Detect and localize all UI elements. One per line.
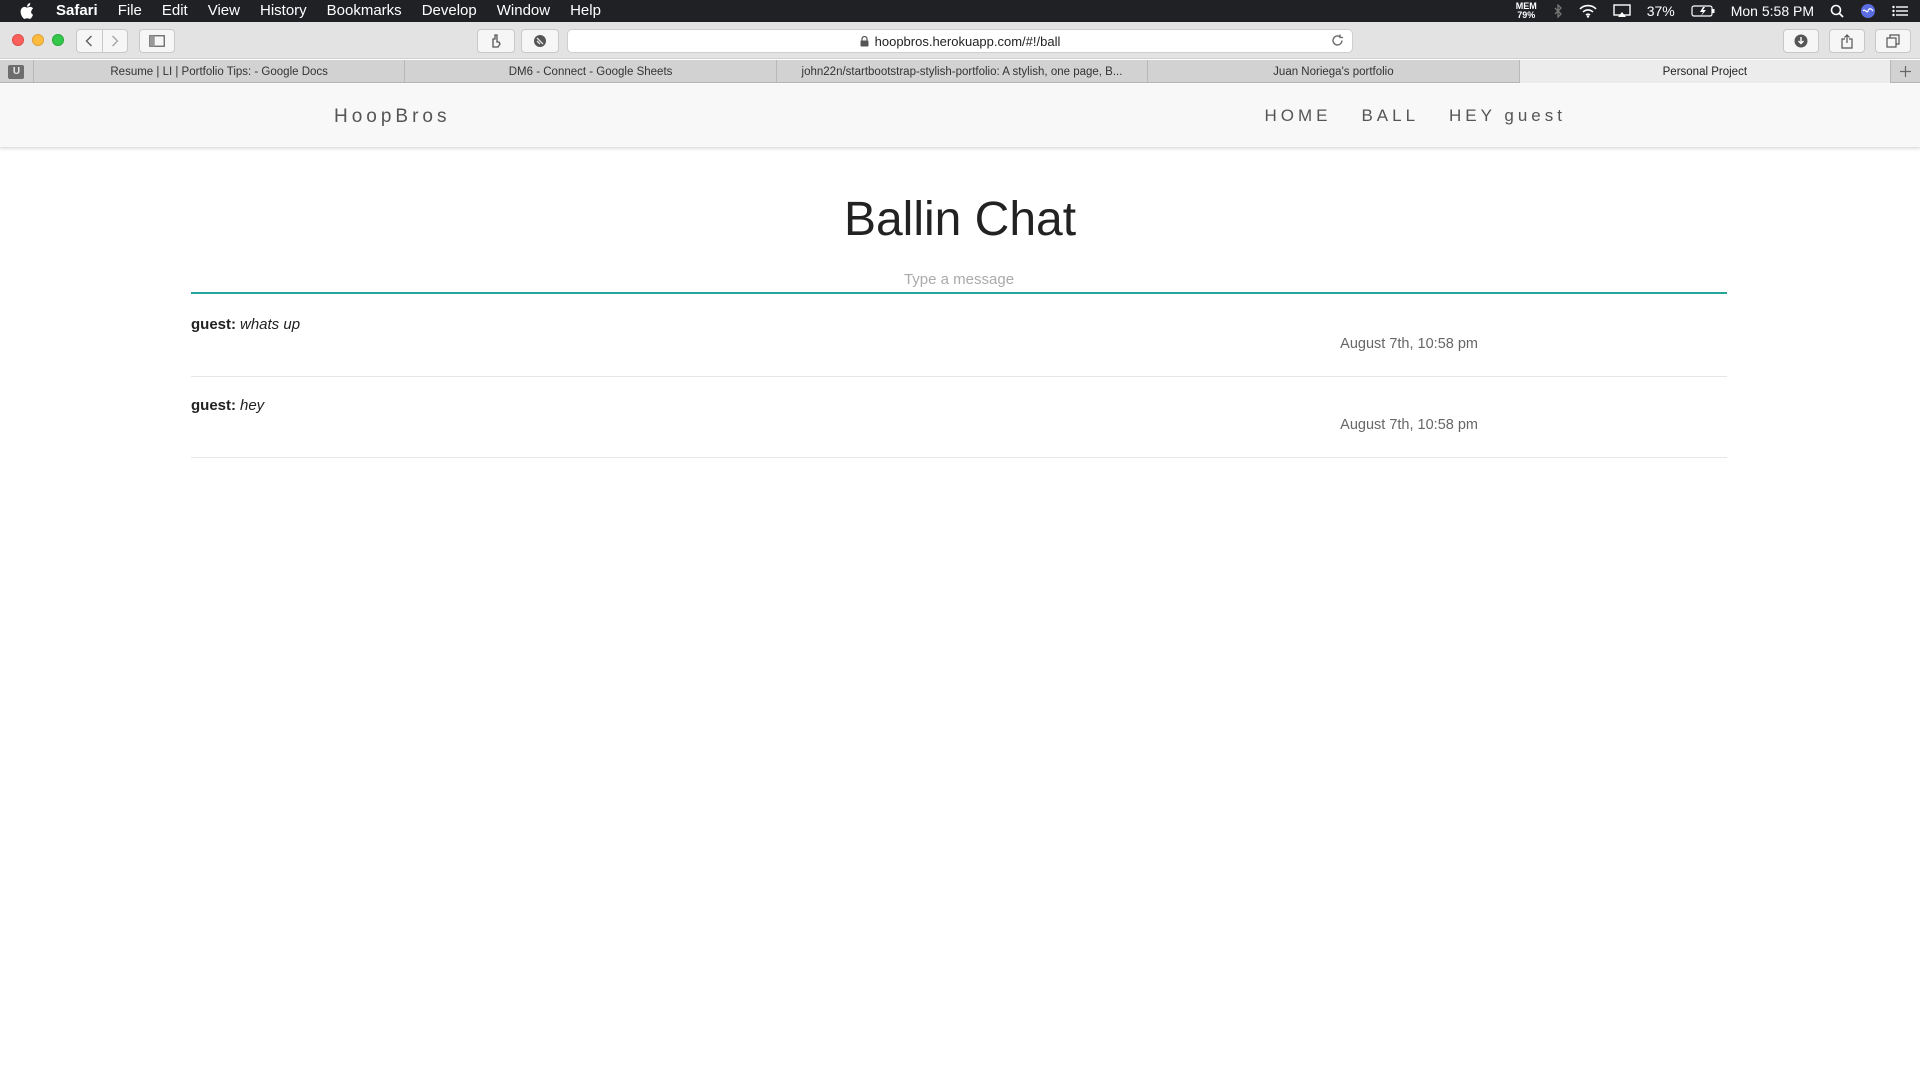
message-list: guest: whats up August 7th, 10:58 pm gue…: [191, 296, 1727, 458]
url-text: hoopbros.herokuapp.com/#!/ball: [874, 33, 1061, 49]
history-navigation: [76, 29, 128, 53]
reload-icon[interactable]: [1331, 34, 1344, 47]
bluetooth-icon[interactable]: [1553, 4, 1563, 18]
message-author: guest:: [191, 397, 236, 414]
siri-icon[interactable]: [1860, 3, 1876, 19]
menu-help[interactable]: Help: [570, 0, 601, 22]
new-tab-button[interactable]: [1891, 60, 1920, 83]
extension-badge-icon: U: [8, 64, 25, 79]
list-item: guest: whats up August 7th, 10:58 pm: [191, 296, 1727, 377]
notification-center-icon[interactable]: [1892, 5, 1908, 17]
message-timestamp: August 7th, 10:58 pm: [1340, 417, 1478, 433]
lock-icon: [860, 35, 869, 47]
tab-github-portfolio[interactable]: john22n/startbootstrap-stylish-portfolio…: [777, 60, 1149, 83]
sidebar-toggle-button[interactable]: [139, 29, 175, 53]
site-brand[interactable]: HoopBros: [334, 106, 451, 128]
forward-button[interactable]: [101, 30, 127, 52]
nav-user-greeting[interactable]: HEY guest: [1449, 106, 1566, 126]
download-icon: [1794, 34, 1808, 48]
tab-resume-docs[interactable]: Resume | LI | Portfolio Tips: - Google D…: [34, 60, 406, 83]
window-controls: [12, 34, 64, 46]
zoom-window-button[interactable]: [52, 34, 64, 46]
menu-bar: Safari File Edit View History Bookmarks …: [0, 0, 1920, 22]
battery-percent: 37%: [1646, 3, 1675, 19]
back-button[interactable]: [77, 30, 102, 52]
battery-icon[interactable]: [1691, 5, 1715, 17]
close-window-button[interactable]: [12, 34, 24, 46]
menu-file[interactable]: File: [118, 0, 142, 22]
message-text: whats up: [240, 316, 301, 333]
tab-bar: U Resume | LI | Portfolio Tips: - Google…: [0, 60, 1920, 83]
tab-dm6-sheets[interactable]: DM6 - Connect - Google Sheets: [405, 60, 777, 83]
show-tabs-button[interactable]: [1875, 29, 1911, 53]
tab-personal-project[interactable]: Personal Project: [1519, 60, 1892, 83]
wifi-icon[interactable]: [1579, 4, 1597, 18]
message-input[interactable]: [191, 266, 1727, 294]
chevron-left-icon: [85, 35, 93, 47]
message-text: hey: [240, 397, 265, 414]
airplay-icon[interactable]: [1613, 4, 1631, 18]
list-item: guest: hey August 7th, 10:58 pm: [191, 377, 1727, 458]
message-timestamp: August 7th, 10:58 pm: [1340, 336, 1478, 352]
minimize-window-button[interactable]: [32, 34, 44, 46]
memory-indicator[interactable]: MEM 79%: [1516, 2, 1537, 20]
page-title: Ballin Chat: [843, 193, 1077, 246]
extension-button-2[interactable]: [521, 29, 559, 53]
apple-menu-icon[interactable]: [16, 0, 38, 22]
downloads-button[interactable]: [1783, 29, 1819, 53]
share-button[interactable]: [1829, 29, 1865, 53]
plus-icon: [1900, 66, 1912, 77]
share-icon: [1841, 33, 1853, 49]
status-area: MEM 79% 37% Mon 5:58 PM: [1516, 0, 1908, 22]
web-page: HoopBros HOME BALL HEY guest Ballin Chat…: [0, 84, 1920, 1080]
message-author: guest:: [191, 316, 236, 333]
menu-history[interactable]: History: [260, 0, 307, 22]
nav-home-link[interactable]: HOME: [1264, 106, 1331, 126]
extension-button-1[interactable]: [477, 29, 515, 53]
site-nav-links: HOME BALL HEY guest: [1264, 106, 1566, 126]
tab-juan-portfolio[interactable]: Juan Noriega's portfolio: [1148, 60, 1520, 83]
menu-window[interactable]: Window: [497, 0, 550, 22]
chevron-right-icon: [111, 35, 119, 47]
menu-view[interactable]: View: [208, 0, 240, 22]
nav-ball-link[interactable]: BALL: [1361, 106, 1419, 126]
sidebar-icon: [149, 35, 165, 47]
memory-value: 79%: [1517, 10, 1536, 20]
browser-toolbar: hoopbros.herokuapp.com/#!/ball: [0, 22, 1920, 59]
menu-bookmarks[interactable]: Bookmarks: [327, 0, 402, 22]
menu-app-safari[interactable]: Safari: [56, 0, 98, 22]
hand-pointer-icon: [492, 34, 501, 48]
clock[interactable]: Mon 5:58 PM: [1731, 3, 1814, 19]
address-bar[interactable]: hoopbros.herokuapp.com/#!/ball: [567, 29, 1353, 53]
extension-circle-icon: [534, 35, 546, 47]
spotlight-search-icon[interactable]: [1830, 4, 1844, 18]
site-navbar: HoopBros HOME BALL HEY guest: [0, 84, 1920, 148]
menu-develop[interactable]: Develop: [422, 0, 477, 22]
extension-tab-badge[interactable]: U: [0, 60, 34, 83]
menu-edit[interactable]: Edit: [162, 0, 188, 22]
tabs-overview-icon: [1886, 34, 1900, 48]
